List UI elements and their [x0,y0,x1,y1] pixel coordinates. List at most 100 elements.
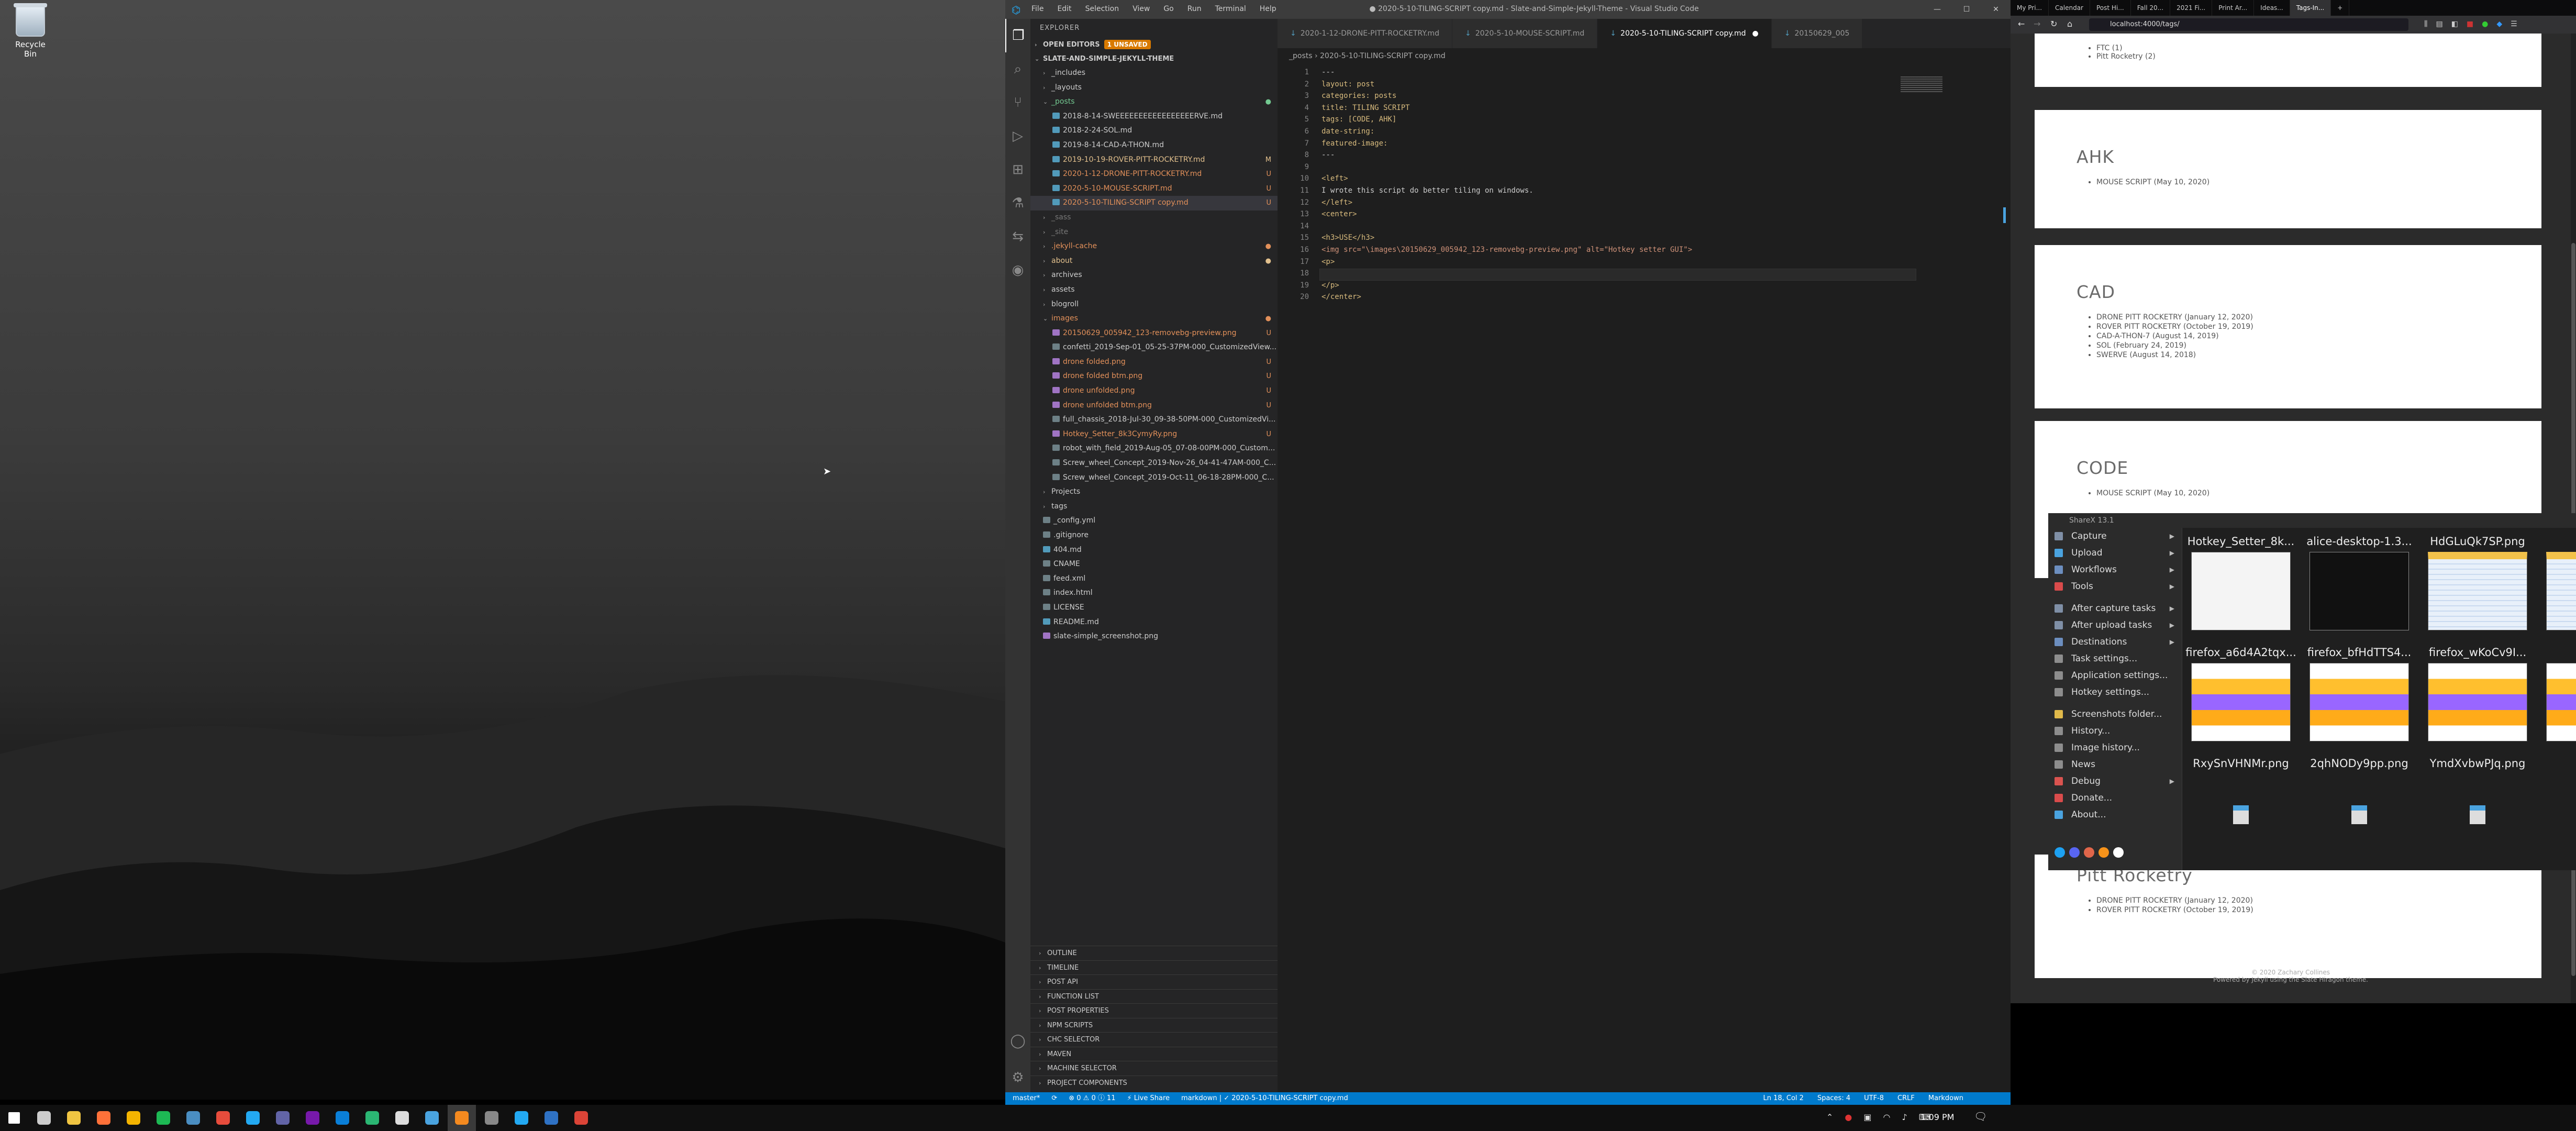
menu-go[interactable]: Go [1163,5,1173,13]
code-line[interactable]: layout: post [1322,80,1374,88]
browser-tab[interactable]: My Pri... [2011,0,2049,16]
outlook-taskbar-icon[interactable] [328,1105,357,1131]
folder-item[interactable]: › Projects [1030,485,1278,500]
unsaved-dot-icon[interactable]: ● [1752,29,1759,38]
file-item[interactable]: drone folded btm.png U [1030,369,1278,384]
thumbnail-label[interactable]: firefox_a6d4A2tqx... [2184,646,2297,659]
status-item[interactable]: CRLF [1897,1092,1915,1105]
terminal-taskbar-icon[interactable] [478,1105,506,1131]
menu-file[interactable]: File [1031,5,1043,13]
file-item[interactable]: 2020-5-10-TILING-SCRIPT copy.md U [1030,196,1278,210]
account-icon[interactable]: ◯ [1005,1024,1030,1058]
thumbnail-image[interactable] [2428,663,2527,741]
menu-icon[interactable]: ☰ [2511,20,2517,28]
post-link[interactable]: ROVER PITT ROCKETRY (October 19, 2019) [2096,322,2541,331]
edge-taskbar-icon[interactable] [358,1105,386,1131]
folder-item[interactable]: › archives [1030,268,1278,283]
thumbnail-image[interactable] [2546,774,2576,852]
sharex-menu-item[interactable]: Capture ▶ [2048,528,2182,545]
file-item[interactable]: feed.xml [1030,572,1278,586]
file-item[interactable]: full_chassis_2018-Jul-30_09-38-50PM-000_… [1030,413,1278,427]
file-item[interactable]: 2019-10-19-ROVER-PITT-ROCKETRY.md M [1030,153,1278,168]
thumbnail-image[interactable] [2191,552,2291,630]
sharex-menu-item[interactable]: Screenshots folder... [2048,706,2182,723]
source-control-icon[interactable]: ⑂ [1005,86,1030,119]
explorer-2-taskbar-icon[interactable] [537,1105,565,1131]
testing-icon[interactable]: ⚗ [1005,186,1030,220]
url-bar[interactable]: localhost:4000/tags/ [2089,18,2408,31]
file-item[interactable]: 404.md [1030,543,1278,558]
sharex-menu-item[interactable]: Workflows ▶ [2048,561,2182,578]
ublock-icon[interactable]: ■ [2467,20,2473,28]
onenote-taskbar-icon[interactable] [298,1105,327,1131]
thumbnail-image[interactable] [2428,552,2527,630]
explorer-icon[interactable]: ❐ [1005,19,1030,52]
thumbnail-label[interactable]: Hotkey_Setter_8k... [2184,535,2297,548]
sharex-menu-item[interactable]: After upload tasks ▶ [2048,617,2182,634]
minimap[interactable] [1901,76,1942,92]
home-icon[interactable]: ⌂ [2067,19,2072,29]
vscode-2-taskbar-icon[interactable] [507,1105,536,1131]
thumbnail-image[interactable] [2428,774,2527,852]
extensions-icon[interactable]: ⊞ [1005,153,1030,186]
new-tab-button[interactable]: + [2331,0,2350,16]
code-line[interactable]: <center> [1322,210,1357,218]
thumbnail-label[interactable]: J7pd [2539,757,2576,770]
social-icon[interactable] [2098,847,2109,858]
folder-item[interactable]: › _layouts [1030,81,1278,95]
sharex-menu-item[interactable]: Hotkey settings... [2048,684,2182,701]
code-line[interactable]: </center> [1322,293,1361,301]
sharex-menu-item[interactable]: Upload ▶ [2048,545,2182,561]
code-line[interactable]: </left> [1322,198,1352,207]
spotify-taskbar-icon[interactable] [149,1105,177,1131]
panel-section[interactable]: › NPM SCRIPTS [1030,1017,1278,1033]
code-line[interactable]: featured-image: [1322,139,1387,148]
post-link[interactable]: CAD-A-THON-7 (August 14, 2019) [2096,331,2541,341]
forward-icon[interactable]: → [2034,19,2040,29]
status-item[interactable]: master* [1013,1092,1040,1105]
post-link[interactable]: DRONE PITT ROCKETRY (January 12, 2020) [2096,896,2541,905]
code-line[interactable]: </p> [1322,281,1339,290]
github-icon[interactable]: ◉ [1005,253,1030,287]
editor-tab[interactable]: ↓ 20150629_005 [1771,19,1863,48]
sharex-taskbar-icon[interactable] [209,1105,237,1131]
browser-tab[interactable]: Ideas... [2254,0,2290,16]
browser-tab[interactable]: 2021 Fi... [2170,0,2213,16]
code-line[interactable]: date-string: [1322,127,1374,136]
thumbnail-image[interactable] [2309,774,2409,852]
file-explorer-taskbar-icon[interactable] [60,1105,88,1131]
menu-selection[interactable]: Selection [1085,5,1119,13]
code-line[interactable]: categories: posts [1322,92,1396,100]
file-item[interactable]: LICENSE [1030,601,1278,615]
file-item[interactable]: README.md [1030,615,1278,630]
editor-tab[interactable]: ↓ 2020-5-10-MOUSE-SCRIPT.md [1452,19,1598,48]
code-line[interactable]: --- [1322,151,1335,159]
file-item[interactable]: slate-simple_screenshot.png [1030,629,1278,644]
chrome-taskbar-icon[interactable] [567,1105,595,1131]
chrome-canary-taskbar-icon[interactable] [119,1105,148,1131]
code-line[interactable]: title: TILING SCRIPT [1322,104,1410,112]
status-item[interactable]: ⚡ Live Share [1127,1092,1170,1105]
folder-item[interactable]: › _site [1030,225,1278,240]
panel-section[interactable]: › POST API [1030,974,1278,989]
tag-link[interactable]: Pitt Rocketry (2) [2096,52,2541,61]
file-item[interactable]: 20150629_005942_123-removebg-preview.png… [1030,326,1278,341]
folder-item[interactable]: › tags [1030,500,1278,514]
post-link[interactable]: ROVER PITT ROCKETRY (October 19, 2019) [2096,905,2541,915]
post-link[interactable]: DRONE PITT ROCKETRY (January 12, 2020) [2096,313,2541,322]
browser-tab[interactable]: Post Hi... [2090,0,2131,16]
sharex-menu-item[interactable]: About... [2048,806,2182,823]
vscode-taskbar-icon[interactable] [239,1105,267,1131]
browser-tab[interactable]: Fall 20... [2131,0,2171,16]
social-icon[interactable] [2113,847,2124,858]
thumbnail-image[interactable] [2546,552,2576,630]
sharex-menu-item[interactable]: Destinations ▶ [2048,634,2182,650]
panel-section[interactable]: › TIMELINE [1030,960,1278,975]
file-item[interactable]: 2019-8-14-CAD-A-THON.md [1030,138,1278,153]
code-line[interactable]: tags: [CODE, AHK] [1322,115,1396,124]
file-item[interactable]: Hotkey_Setter_8k3CymyRy.png U [1030,427,1278,442]
code-line[interactable]: <p> [1322,258,1335,266]
sharex-active-taskbar-icon[interactable] [448,1105,476,1131]
notifications-icon[interactable]: 🗨 [1974,1110,1987,1123]
panel-section[interactable]: › OUTLINE [1030,946,1278,960]
